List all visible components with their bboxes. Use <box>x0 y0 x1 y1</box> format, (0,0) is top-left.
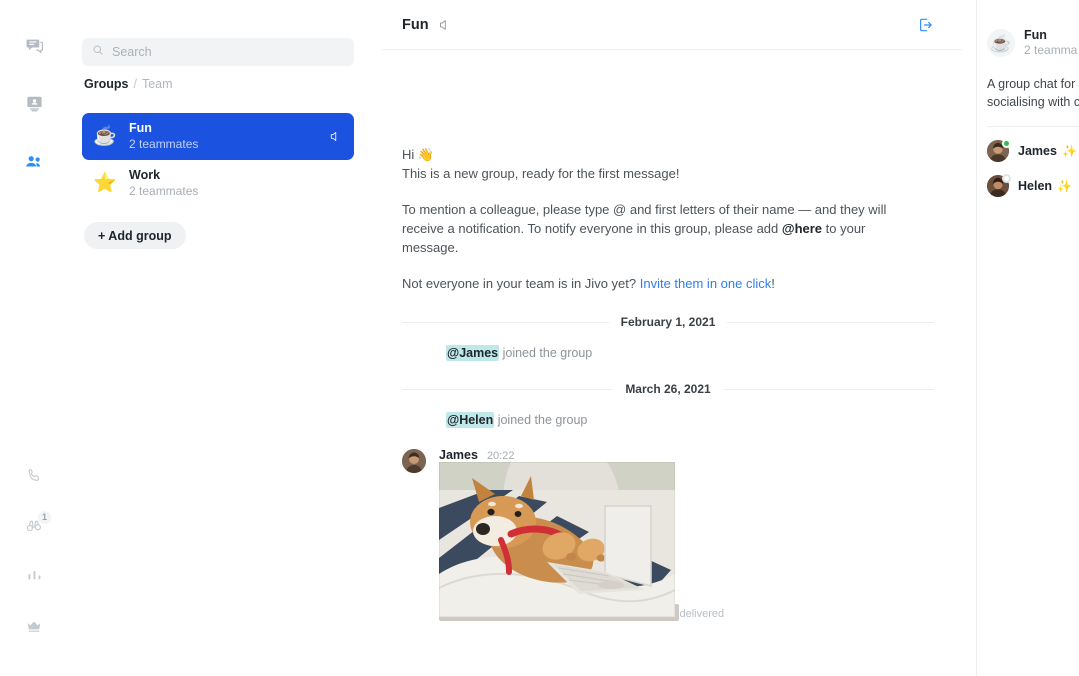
chats-icon <box>25 36 44 60</box>
group-list: ☕ Fun 2 teammates ⭐ Work 2 teammates <box>82 113 354 207</box>
stats-icon <box>26 567 43 589</box>
welcome-greeting: Hi 👋 <box>402 147 435 162</box>
rail-item-chats[interactable] <box>14 28 54 68</box>
message-author: James <box>439 448 478 462</box>
crown-icon <box>25 617 43 640</box>
group-avatar-star-icon: ⭐ <box>93 173 117 194</box>
system-message-join-helen: @Helen joined the group <box>446 412 934 428</box>
invite-tail: ! <box>771 276 775 291</box>
chat-panel: Fun Hi 👋 This is a new group, ready for … <box>368 0 976 676</box>
user-mention[interactable]: @Helen <box>446 412 495 428</box>
page-title: Fun <box>402 16 429 33</box>
group-avatar-coffee-icon: ☕ <box>987 29 1015 57</box>
message-image-attachment[interactable] <box>439 462 680 621</box>
group-description: A group chat for socialising with c <box>987 75 1079 111</box>
rail-item-teamchat[interactable] <box>14 144 54 184</box>
group-item-work[interactable]: ⭐ Work 2 teammates <box>82 160 354 207</box>
phone-icon <box>26 467 43 489</box>
groups-sidebar: Groups / Team ☕ Fun 2 teammates ⭐ <box>68 0 380 676</box>
group-info-header: ☕ Fun 2 teamma <box>987 28 1079 58</box>
speaker-muted-icon[interactable] <box>438 18 452 32</box>
group-item-fun[interactable]: ☕ Fun 2 teammates <box>82 113 354 160</box>
rail-top-group <box>14 0 54 202</box>
date-divider: March 26, 2021 <box>402 382 935 396</box>
welcome-invite-line: Not everyone in your team is in Jivo yet… <box>402 274 922 293</box>
chat-message: James 20:22 delivered <box>402 448 934 622</box>
search-bar[interactable] <box>82 38 354 66</box>
breadcrumb-team[interactable]: Team <box>142 77 173 91</box>
app-root: 1 Search Groups / Team ☕ Fun 2 teammates… <box>0 0 1079 676</box>
sparkle-icon[interactable]: ✨ <box>1057 180 1072 192</box>
date-label: February 1, 2021 <box>620 315 716 329</box>
group-description-line-1: A group chat for <box>987 77 1076 91</box>
avatar <box>987 139 1011 162</box>
avatar[interactable] <box>402 449 426 473</box>
group-description-line-2: socialising with c <box>987 95 1079 109</box>
rail-item-visitors[interactable] <box>14 86 54 126</box>
system-message-text: joined the group <box>494 413 588 427</box>
welcome-block: Hi 👋 This is a new group, ready for the … <box>402 50 934 293</box>
avatar <box>987 174 1011 197</box>
rail-item-statistics[interactable] <box>14 558 54 598</box>
group-member-count: 2 teammates <box>129 137 199 151</box>
divider-line-left <box>402 388 614 390</box>
member-name: James <box>1018 144 1057 158</box>
group-info-name: Fun <box>1024 28 1047 42</box>
group-name: Fun <box>129 121 152 135</box>
add-group-button[interactable]: + Add group <box>84 222 186 249</box>
invite-text: Not everyone in your team is in Jivo yet… <box>402 276 640 291</box>
rail-item-monitoring[interactable]: 1 <box>14 508 54 548</box>
welcome-subline: This is a new group, ready for the first… <box>402 166 680 181</box>
teamchat-icon <box>24 152 44 177</box>
date-label: March 26, 2021 <box>625 382 711 396</box>
status-badge-offline <box>1002 174 1011 183</box>
welcome-mention-help: To mention a colleague, please type @ an… <box>402 200 922 257</box>
group-avatar-coffee-icon: ☕ <box>93 126 117 147</box>
breadcrumb: Groups / Team <box>82 77 354 91</box>
divider-line-right <box>722 388 935 390</box>
chat-header: Fun <box>382 0 962 50</box>
member-list-item-james[interactable]: James ✨ <box>987 139 1079 162</box>
divider-line-right <box>727 321 935 323</box>
visitors-icon <box>25 94 44 118</box>
status-badge-online <box>1002 139 1011 148</box>
invite-link[interactable]: Invite them in one click <box>640 276 772 291</box>
member-list-item-helen[interactable]: Helen ✨ <box>987 174 1079 197</box>
member-name: Helen <box>1018 179 1053 193</box>
breadcrumb-groups[interactable]: Groups <box>84 77 128 91</box>
breadcrumb-separator: / <box>133 77 137 91</box>
monitoring-badge: 1 <box>37 511 51 524</box>
divider <box>987 126 1079 127</box>
speaker-muted-icon[interactable] <box>329 130 342 143</box>
group-member-count: 2 teammates <box>129 184 199 198</box>
search-input[interactable] <box>112 45 344 59</box>
sparkle-icon[interactable]: ✨ <box>1062 145 1077 157</box>
system-message-text: joined the group <box>499 346 593 360</box>
group-name: Work <box>129 168 161 182</box>
leave-group-icon[interactable] <box>918 17 934 33</box>
chat-message-list[interactable]: Hi 👋 This is a new group, ready for the … <box>382 50 962 676</box>
system-message-join-james: @James joined the group <box>446 345 934 361</box>
date-divider: February 1, 2021 <box>402 315 935 329</box>
left-icon-rail: 1 <box>0 0 68 676</box>
message-delivery-status: delivered <box>679 608 725 620</box>
rail-bottom-group: 1 <box>0 458 68 658</box>
group-info-panel: ☕ Fun 2 teamma A group chat for socialis… <box>976 0 1079 676</box>
rail-item-calls[interactable] <box>14 458 54 498</box>
rail-item-subscription[interactable] <box>14 608 54 648</box>
group-info-member-count: 2 teamma <box>1024 43 1078 57</box>
divider-line-left <box>402 321 609 323</box>
here-mention: @here <box>781 221 823 236</box>
user-mention[interactable]: @James <box>446 345 500 361</box>
message-timestamp: 20:22 <box>486 450 515 462</box>
search-icon <box>92 43 104 61</box>
